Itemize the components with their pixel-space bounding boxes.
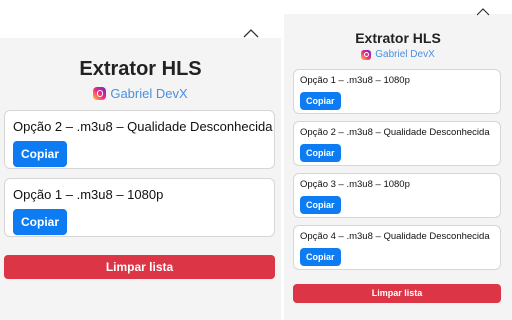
left-popup: Extrator HLS Gabriel DevX Opção 2 – .m3u…: [0, 29, 281, 320]
author-name: Gabriel DevX: [110, 86, 188, 101]
popup-title: Extrator HLS: [79, 58, 202, 80]
copy-button[interactable]: Copiar: [13, 209, 68, 235]
copy-button[interactable]: Copiar: [13, 141, 68, 167]
chevron-up-icon[interactable]: [476, 8, 492, 18]
list-item: Opção 4 – .m3u8 – Qualidade Desconhecida…: [293, 225, 501, 270]
list-item: Opção 2 – .m3u8 – Qualidade Desconhecida…: [293, 121, 501, 166]
item-label: Opção 1 – .m3u8 – 1080p: [13, 187, 164, 202]
item-label: Opção 4 – .m3u8 – Qualidade Desconhecida: [300, 231, 490, 242]
copy-button[interactable]: Copiar: [300, 144, 341, 162]
item-label: Opção 3 – .m3u8 – 1080p: [300, 179, 410, 190]
chevron-up-icon[interactable]: [243, 28, 259, 38]
popup-title: Extrator HLS: [355, 30, 441, 46]
item-label: Opção 1 – .m3u8 – 1080p: [300, 75, 410, 86]
instagram-icon: [361, 49, 372, 60]
item-label: Opção 2 – .m3u8 – Qualidade Desconhecida: [13, 119, 273, 134]
instagram-icon: [93, 87, 107, 100]
clear-list-button[interactable]: Limpar lista: [4, 255, 275, 279]
clear-list-button[interactable]: Limpar lista: [293, 284, 501, 303]
list-item: Opção 1 – .m3u8 – 1080p Copiar: [4, 178, 275, 237]
author-name: Gabriel DevX: [375, 49, 435, 60]
author-link[interactable]: Gabriel DevX: [0, 86, 281, 101]
author-link[interactable]: Gabriel DevX: [284, 49, 512, 60]
list-item: Opção 2 – .m3u8 – Qualidade Desconhecida…: [4, 110, 275, 169]
list-item: Opção 1 – .m3u8 – 1080p Copiar: [293, 69, 501, 114]
item-label: Opção 2 – .m3u8 – Qualidade Desconhecida: [300, 127, 490, 138]
copy-button[interactable]: Copiar: [300, 92, 341, 110]
right-popup: Extrator HLS Gabriel DevX Opção 1 – .m3u…: [284, 8, 512, 320]
copy-button[interactable]: Copiar: [300, 196, 341, 214]
list-item: Opção 3 – .m3u8 – 1080p Copiar: [293, 173, 501, 218]
copy-button[interactable]: Copiar: [300, 248, 341, 266]
